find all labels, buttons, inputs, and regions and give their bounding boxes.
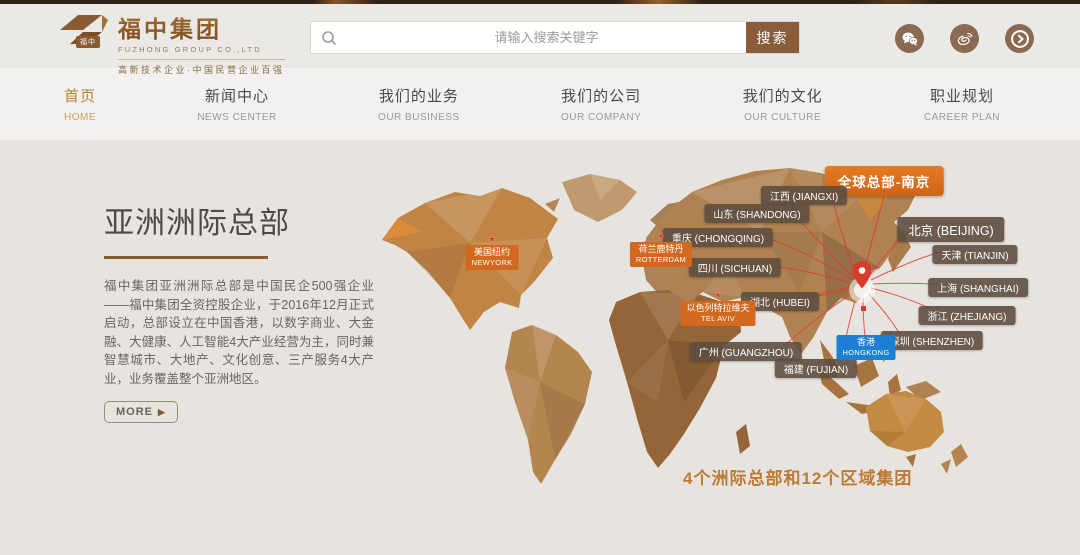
page-title: 亚洲洲际总部 — [104, 198, 374, 242]
map-label-telaviv: ★以色列特拉维夫TEL AVIV — [680, 301, 755, 326]
brand-tagline: 高新技术企业·中国民营企业百强 — [118, 59, 285, 76]
site-header: 福中 福中集团 FUZHONG GROUP CO.,LTD 高新技术企业·中国民… — [0, 4, 1080, 68]
more-arrow-icon[interactable] — [1005, 24, 1034, 53]
nav-item-our-business[interactable]: 我们的业务 OUR BUSINESS — [378, 85, 460, 123]
title-underline — [104, 256, 268, 259]
map-label-newyork: ★美国纽约NEWYORK — [466, 245, 519, 270]
wechat-icon[interactable] — [895, 24, 924, 53]
hero-map-section: 亚洲洲际总部 福中集团亚洲洲际总部是中国民企500强企业——福中集团全资控股企业… — [0, 140, 1080, 555]
map-label-sichuan: 四川 (SICHUAN) — [689, 258, 781, 277]
map-label-shanghai: 上海 (SHANGHAI) — [928, 278, 1028, 297]
more-arrow-glyph: ▶ — [158, 407, 166, 418]
site-logo[interactable]: 福中 福中集团 FUZHONG GROUP CO.,LTD 高新技术企业·中国民… — [58, 10, 285, 76]
nav-item-home[interactable]: 首页 HOME — [64, 85, 96, 123]
map-label-beijing: 北京 (BEIJING) — [897, 217, 1004, 242]
more-button[interactable]: MORE ▶ — [104, 401, 178, 423]
map-label-shenzhen: 深圳 (SHENZHEN) — [881, 331, 983, 350]
map-caption: 4个洲际总部和12个区域集团 — [683, 464, 912, 489]
search-bar: 搜索 — [310, 21, 800, 54]
brand-name-en: FUZHONG GROUP CO.,LTD — [118, 45, 285, 54]
social-links — [895, 24, 1034, 53]
search-button[interactable]: 搜索 — [746, 22, 799, 53]
map-label-shandong: 山东 (SHANDONG) — [704, 204, 809, 223]
main-nav: 首页 HOME 新闻中心 NEWS CENTER 我们的业务 OUR BUSIN… — [0, 68, 1080, 140]
weibo-icon[interactable] — [950, 24, 979, 53]
search-input[interactable] — [347, 22, 746, 53]
hongkong-marker — [861, 306, 866, 311]
continents — [382, 168, 968, 484]
star-icon: ★ — [488, 234, 496, 245]
map-label-zhejiang: 浙江 (ZHEJIANG) — [919, 306, 1016, 325]
logo-mark-icon: 福中 — [58, 10, 110, 54]
map-label-rotterdam: ★荷兰鹿特丹ROTTERDAM — [630, 242, 692, 267]
star-icon: ★ — [657, 231, 665, 242]
map-label-tianjin: 天津 (TIANJIN) — [932, 245, 1017, 264]
hq-pin-icon — [849, 261, 875, 311]
nav-item-career-plan[interactable]: 职业规划 CAREER PLAN — [924, 85, 1000, 123]
hero-intro: 亚洲洲际总部 福中集团亚洲洲际总部是中国民企500强企业——福中集团全资控股企业… — [104, 198, 374, 423]
map-label-jiangxi: 江西 (JIANGXI) — [761, 186, 847, 205]
nav-item-our-culture[interactable]: 我们的文化 OUR CULTURE — [743, 85, 823, 123]
nav-item-our-company[interactable]: 我们的公司 OUR COMPANY — [561, 85, 641, 123]
nav-item-news-center[interactable]: 新闻中心 NEWS CENTER — [197, 85, 276, 123]
map-label-hongkong: 香港HONGKONG — [837, 335, 896, 360]
search-icon — [311, 22, 347, 53]
star-icon: ★ — [714, 290, 722, 301]
map-label-fujian: 福建 (FUJIAN) — [775, 359, 857, 378]
logo-badge: 福中 — [76, 36, 100, 48]
brand-name-cn: 福中集团 — [118, 10, 285, 44]
intro-paragraph: 福中集团亚洲洲际总部是中国民企500强企业——福中集团全资控股企业，于2016年… — [104, 277, 374, 388]
